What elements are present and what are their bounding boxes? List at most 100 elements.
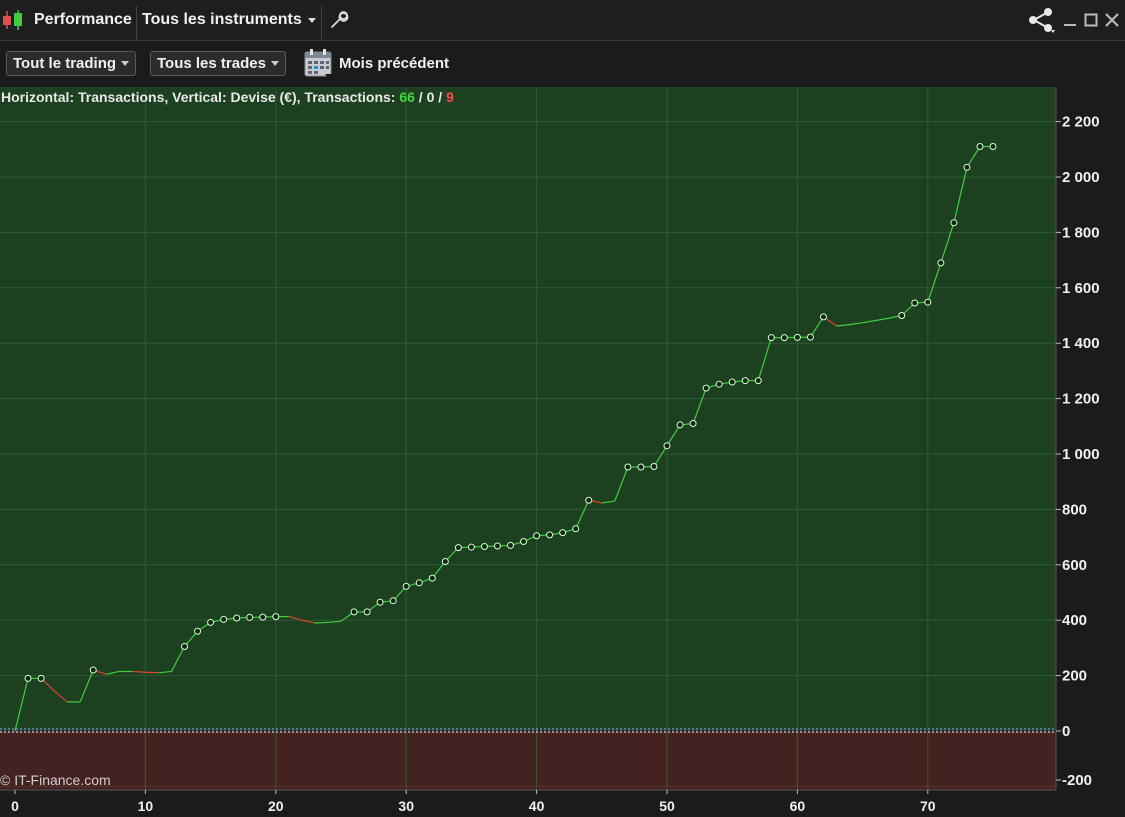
toolbar: Tout le trading Tous les trades Mois pré… xyxy=(0,42,1125,87)
chevron-down-icon xyxy=(270,61,279,66)
trading-filter-label: Tout le trading xyxy=(13,55,117,72)
trade-point xyxy=(650,462,658,470)
y-tick-label: 1 000 xyxy=(1062,446,1100,463)
wins-count: 66 xyxy=(399,89,415,105)
y-tick-label: 600 xyxy=(1062,557,1087,574)
trade-point xyxy=(402,582,410,590)
performance-chart: 2 200 2 000 1 800 1 600 1 400 1 200 1 000 800 60… xyxy=(0,87,1125,817)
instrument-selector-label: Tous les instruments xyxy=(142,11,302,28)
trade-point xyxy=(454,544,462,552)
equity-curve-svg: 2 200 2 000 1 800 1 600 1 400 1 200 1 000 800 60… xyxy=(0,87,1100,814)
x-tick-label: 20 xyxy=(268,798,284,814)
minimize-icon xyxy=(1063,12,1077,28)
trade-point xyxy=(259,613,267,621)
y-tick-label: 1 800 xyxy=(1062,224,1100,241)
trade-point xyxy=(585,496,593,504)
calendar-icon[interactable] xyxy=(303,48,335,80)
trade-point xyxy=(246,613,254,621)
series-segment xyxy=(145,671,159,674)
chart-header: Horizontal: Transactions, Vertical: Devi… xyxy=(1,89,454,105)
trade-point xyxy=(637,463,645,471)
trade-point xyxy=(572,525,580,533)
title-bar: Performance Tous les instruments xyxy=(0,0,1125,41)
chevron-down-icon xyxy=(121,61,130,66)
trade-point xyxy=(989,143,997,151)
trade-point xyxy=(441,557,449,565)
trade-point xyxy=(937,259,945,267)
trade-point xyxy=(754,377,762,385)
x-tick-label: 30 xyxy=(398,798,414,814)
series-segment xyxy=(314,621,328,624)
y-tick-label: 1 400 xyxy=(1062,335,1100,352)
x-tick-label: 50 xyxy=(659,798,675,814)
trades-filter-dropdown[interactable]: Tous les trades xyxy=(150,51,286,76)
x-axis: 0 10 20 30 40 50 60 70 xyxy=(11,790,936,814)
trade-point xyxy=(728,378,736,386)
trade-point xyxy=(924,298,932,306)
trade-point xyxy=(389,597,397,605)
trade-point xyxy=(911,299,919,307)
y-tick-label: 800 xyxy=(1062,501,1087,518)
trade-point xyxy=(415,579,423,587)
trade-point xyxy=(898,312,906,319)
trade-point xyxy=(533,532,541,540)
trade-point xyxy=(767,334,775,342)
app-title-group: Performance xyxy=(2,0,132,40)
trade-point xyxy=(467,543,475,551)
wrench-icon xyxy=(329,10,349,30)
title-separator xyxy=(136,6,137,40)
losses-count: 9 xyxy=(446,89,454,105)
chevron-down-icon xyxy=(307,17,316,23)
trade-point xyxy=(376,598,384,606)
positive-zone xyxy=(0,87,1056,731)
trade-point xyxy=(207,618,215,626)
trade-point xyxy=(950,219,958,227)
trade-point xyxy=(480,543,488,551)
trade-point xyxy=(24,674,32,682)
trade-point xyxy=(976,143,984,151)
series-segment xyxy=(132,670,146,673)
trade-point xyxy=(272,613,280,621)
y-axis: 2 200 2 000 1 800 1 600 1 400 1 200 1 000 800 60… xyxy=(1056,114,1100,789)
trade-point xyxy=(181,643,189,651)
x-tick-label: 70 xyxy=(920,798,936,814)
chart-header-prefix: Horizontal: Transactions, Vertical: Devi… xyxy=(1,89,400,105)
trade-point xyxy=(507,541,515,549)
maximize-button[interactable] xyxy=(1084,0,1098,40)
y-tick-label: 1 600 xyxy=(1062,280,1100,297)
settings-button[interactable] xyxy=(329,0,349,40)
negative-zone xyxy=(0,731,1056,790)
trade-point xyxy=(806,333,814,341)
window-title: Performance xyxy=(34,11,132,28)
y-tick-label: 400 xyxy=(1062,612,1087,629)
close-icon xyxy=(1104,12,1120,28)
trade-point xyxy=(624,463,632,471)
trading-filter-dropdown[interactable]: Tout le trading xyxy=(6,51,137,76)
trade-point xyxy=(233,614,241,622)
minimize-button[interactable] xyxy=(1063,0,1077,40)
trade-point xyxy=(676,421,684,429)
candlestick-icon xyxy=(2,8,24,32)
header-separator: / xyxy=(414,89,427,105)
x-tick-label: 40 xyxy=(529,798,545,814)
trade-point xyxy=(520,538,528,546)
instrument-selector[interactable]: Tous les instruments xyxy=(142,0,316,40)
share-button[interactable] xyxy=(1026,0,1056,40)
share-icon xyxy=(1026,6,1056,34)
trade-point xyxy=(689,420,697,428)
trade-point xyxy=(715,380,723,388)
trade-point xyxy=(559,529,567,537)
close-button[interactable] xyxy=(1104,0,1120,40)
x-tick-label: 0 xyxy=(11,798,19,814)
period-label[interactable]: Mois précédent xyxy=(339,55,449,72)
header-separator: / xyxy=(434,89,447,105)
trade-point xyxy=(37,674,45,682)
trade-point xyxy=(350,608,358,616)
y-tick-label: 0 xyxy=(1062,723,1070,740)
x-tick-label: 60 xyxy=(790,798,806,814)
trade-point xyxy=(89,666,97,674)
x-tick-label: 10 xyxy=(138,798,154,814)
trade-point xyxy=(780,334,788,342)
trade-point xyxy=(819,313,827,321)
y-tick-label: 200 xyxy=(1062,668,1087,685)
